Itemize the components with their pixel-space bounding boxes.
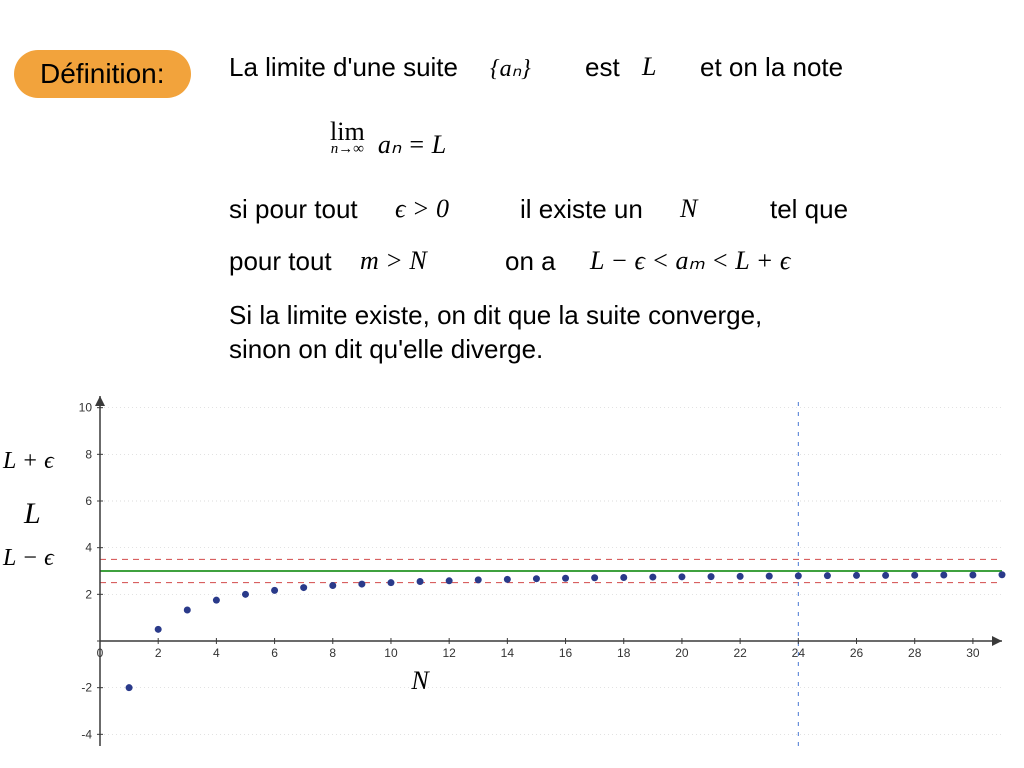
svg-text:10: 10: [384, 646, 398, 660]
line2-N: N: [680, 194, 697, 224]
line3-b: on a: [505, 246, 556, 277]
limit-chart: 024681012141618202224262830-4-2246810N: [30, 390, 1020, 760]
line2-a: si pour tout: [229, 194, 358, 225]
line3-mN: m > N: [360, 246, 427, 276]
line3-a: pour tout: [229, 246, 332, 277]
limit-expr: lim n→∞ aₙ = L: [330, 120, 446, 160]
svg-text:6: 6: [271, 646, 278, 660]
limit-rhs: aₙ = L: [378, 130, 446, 159]
svg-text:10: 10: [79, 401, 93, 415]
line1-seq: {aₙ}: [490, 54, 531, 83]
line2-c: tel que: [770, 194, 848, 225]
svg-text:2: 2: [85, 587, 92, 601]
svg-text:4: 4: [213, 646, 220, 660]
svg-text:2: 2: [155, 646, 162, 660]
svg-text:-4: -4: [81, 727, 92, 741]
definition-badge: Définition:: [14, 50, 191, 98]
svg-text:8: 8: [85, 447, 92, 461]
svg-text:-2: -2: [81, 681, 92, 695]
line1-a: La limite d'une suite: [229, 52, 458, 83]
line4a: Si la limite existe, on dit que la suite…: [229, 300, 762, 331]
line1-b: est: [585, 52, 620, 83]
svg-text:30: 30: [966, 646, 980, 660]
svg-text:20: 20: [675, 646, 689, 660]
svg-text:6: 6: [85, 494, 92, 508]
line3-ineq: L − ϵ < aₘ < L + ϵ: [590, 246, 790, 276]
limit-sub: n→∞: [330, 143, 365, 157]
line2-eps: ϵ > 0: [395, 194, 449, 224]
svg-text:4: 4: [85, 541, 92, 555]
svg-text:24: 24: [792, 646, 806, 660]
limit-word: lim: [330, 120, 365, 143]
svg-text:14: 14: [501, 646, 515, 660]
svg-text:12: 12: [442, 646, 456, 660]
line2-b: il existe un: [520, 194, 643, 225]
svg-text:16: 16: [559, 646, 573, 660]
svg-text:8: 8: [329, 646, 336, 660]
svg-text:28: 28: [908, 646, 922, 660]
line4b: sinon on dit qu'elle diverge.: [229, 334, 543, 365]
svg-text:26: 26: [850, 646, 864, 660]
svg-text:N: N: [410, 666, 430, 695]
svg-text:18: 18: [617, 646, 631, 660]
line1-L: L: [642, 52, 656, 82]
svg-text:0: 0: [97, 646, 104, 660]
line1-c: et on la note: [700, 52, 843, 83]
svg-text:22: 22: [733, 646, 747, 660]
